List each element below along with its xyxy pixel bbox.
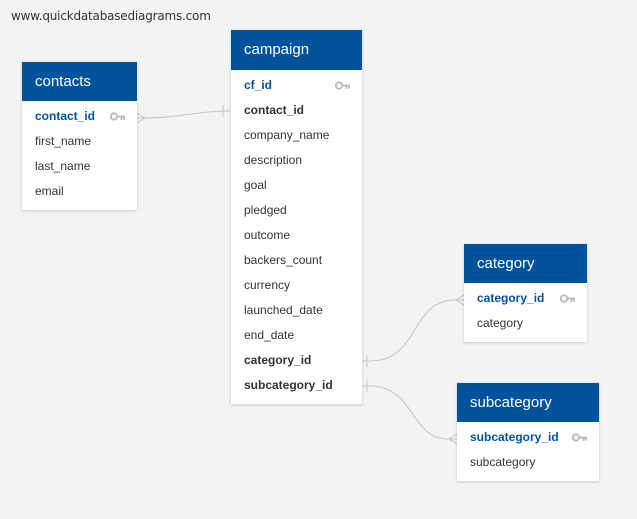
field-contacts-contact-id[interactable]: contact_id <box>22 104 137 129</box>
field-label: contact_id <box>35 109 96 123</box>
field-campaign-outcome[interactable]: outcome <box>231 223 362 248</box>
field-contacts-last-name[interactable]: last_name <box>22 154 137 179</box>
relationship-campaign-category <box>362 294 465 367</box>
primary-key-icon <box>572 433 588 442</box>
table-contacts-header[interactable]: contacts <box>22 62 137 101</box>
field-campaign-cf-id[interactable]: cf_id <box>231 73 362 98</box>
field-campaign-description[interactable]: description <box>231 148 362 173</box>
field-campaign-goal[interactable]: goal <box>231 173 362 198</box>
field-campaign-launched-date[interactable]: launched_date <box>231 298 362 323</box>
watermark: www.quickdatabasediagrams.com <box>11 9 211 23</box>
table-subcategory[interactable]: subcategory subcategory_id subcategory <box>457 383 599 481</box>
field-contacts-email[interactable]: email <box>22 179 137 204</box>
table-campaign-header[interactable]: campaign <box>231 30 362 70</box>
field-category-category[interactable]: category <box>464 311 587 336</box>
relationship-contacts-campaign <box>136 105 232 124</box>
field-campaign-currency[interactable]: currency <box>231 273 362 298</box>
primary-key-icon <box>335 81 351 90</box>
field-contacts-first-name[interactable]: first_name <box>22 129 137 154</box>
table-contacts[interactable]: contacts contact_id first_name last_name… <box>22 62 137 210</box>
field-subcategory-subcategory[interactable]: subcategory <box>457 450 599 475</box>
field-campaign-category-id[interactable]: category_id <box>231 348 362 373</box>
table-category-header[interactable]: category <box>464 244 587 283</box>
relationship-campaign-subcategory <box>362 380 458 445</box>
field-label: cf_id <box>244 78 273 92</box>
field-category-category-id[interactable]: category_id <box>464 286 587 311</box>
primary-key-icon <box>110 112 126 121</box>
field-campaign-pledged[interactable]: pledged <box>231 198 362 223</box>
field-campaign-end-date[interactable]: end_date <box>231 323 362 348</box>
field-subcategory-subcategory-id[interactable]: subcategory_id <box>457 425 599 450</box>
field-campaign-backers-count[interactable]: backers_count <box>231 248 362 273</box>
field-campaign-subcategory-id[interactable]: subcategory_id <box>231 373 362 398</box>
field-campaign-company-name[interactable]: company_name <box>231 123 362 148</box>
field-label: subcategory_id <box>470 430 559 444</box>
table-subcategory-header[interactable]: subcategory <box>457 383 599 422</box>
field-label: category_id <box>477 291 545 305</box>
table-category[interactable]: category category_id category <box>464 244 587 342</box>
table-campaign[interactable]: campaign cf_id contact_id company_name d… <box>231 30 362 404</box>
field-campaign-contact-id[interactable]: contact_id <box>231 98 362 123</box>
primary-key-icon <box>560 294 576 303</box>
